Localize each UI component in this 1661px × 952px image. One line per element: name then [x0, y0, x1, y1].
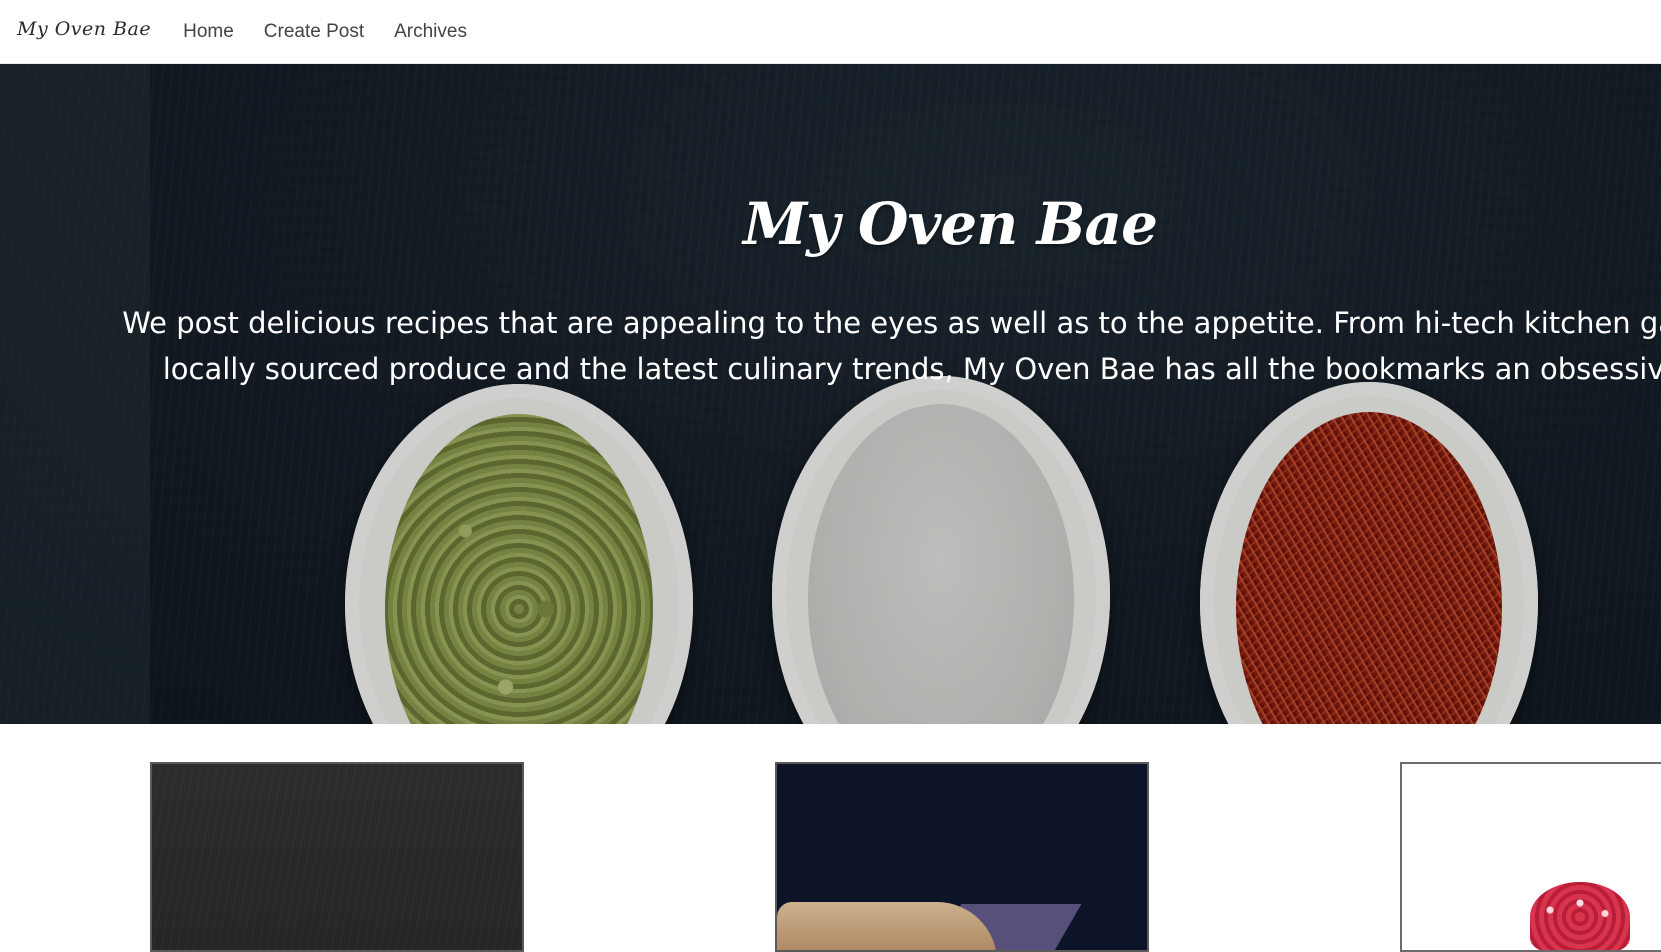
hero-description: We post delicious recipes that are appea…	[0, 300, 1661, 392]
hero-banner: My Oven Bae We post delicious recipes th…	[0, 64, 1661, 724]
nav-archives-link[interactable]: Archives	[394, 21, 467, 43]
top-navbar: My Oven Bae Home Create Post Archives	[0, 0, 1661, 64]
brand-logo-link[interactable]: My Oven Bae	[17, 18, 151, 40]
hero-description-line-2: locally sourced produce and the latest c…	[162, 352, 1661, 386]
nav-create-post-link[interactable]: Create Post	[264, 21, 364, 43]
post-card-image-2[interactable]	[775, 762, 1149, 952]
bread-image	[777, 902, 997, 950]
raspberry-image	[1530, 882, 1630, 950]
hero-overlay	[0, 64, 1661, 724]
post-card-image-3[interactable]	[1400, 762, 1661, 952]
nav-links: Home Create Post Archives	[183, 21, 497, 43]
hero-description-line-1: We post delicious recipes that are appea…	[122, 306, 1661, 340]
hero-title: My Oven Bae	[742, 190, 1158, 258]
nav-home-link[interactable]: Home	[183, 21, 234, 43]
post-card-image-1[interactable]	[150, 762, 524, 952]
